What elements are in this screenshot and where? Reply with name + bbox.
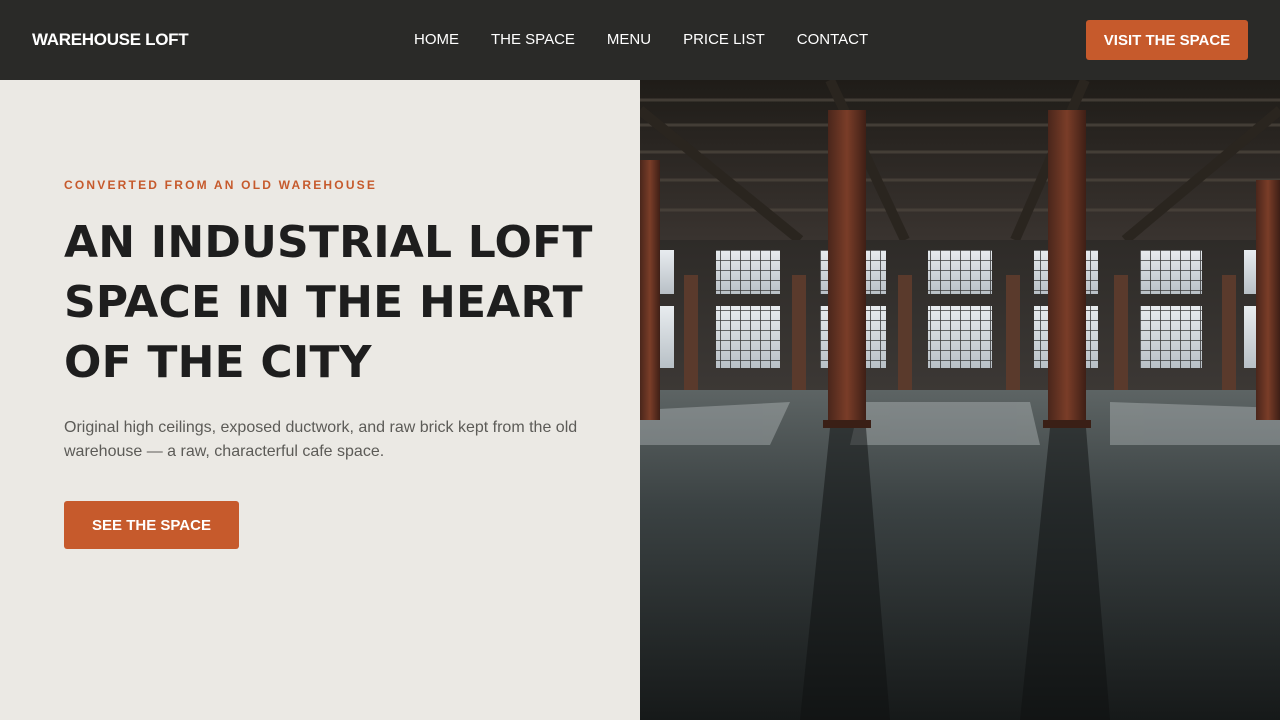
- see-the-space-button[interactable]: SEE THE SPACE: [64, 501, 239, 549]
- main-menu: HOME THE SPACE MENU PRICE LIST CONTACT: [398, 28, 884, 52]
- nav-item-price-list[interactable]: PRICE LIST: [667, 28, 781, 52]
- brand-logo[interactable]: WAREHOUSE LOFT: [32, 28, 189, 52]
- top-nav: WAREHOUSE LOFT HOME THE SPACE MENU PRICE…: [0, 0, 1280, 80]
- nav-item-the-space[interactable]: THE SPACE: [475, 28, 591, 52]
- nav-item-contact[interactable]: CONTACT: [781, 28, 884, 52]
- hero-headline: AN INDUSTRIAL LOFT SPACE IN THE HEART OF…: [64, 217, 593, 388]
- visit-the-space-button[interactable]: VISIT THE SPACE: [1086, 20, 1248, 60]
- hero-text-panel: CONVERTED FROM AN OLD WAREHOUSE AN INDUS…: [0, 80, 640, 720]
- hero-lead: Original high ceilings, exposed ductwork…: [64, 419, 578, 460]
- hero-eyebrow: CONVERTED FROM AN OLD WAREHOUSE: [64, 178, 378, 192]
- nav-item-home[interactable]: HOME: [398, 28, 475, 52]
- hero-image: [640, 80, 1280, 720]
- warehouse-interior-image: [640, 80, 1280, 720]
- nav-item-menu[interactable]: MENU: [591, 28, 667, 52]
